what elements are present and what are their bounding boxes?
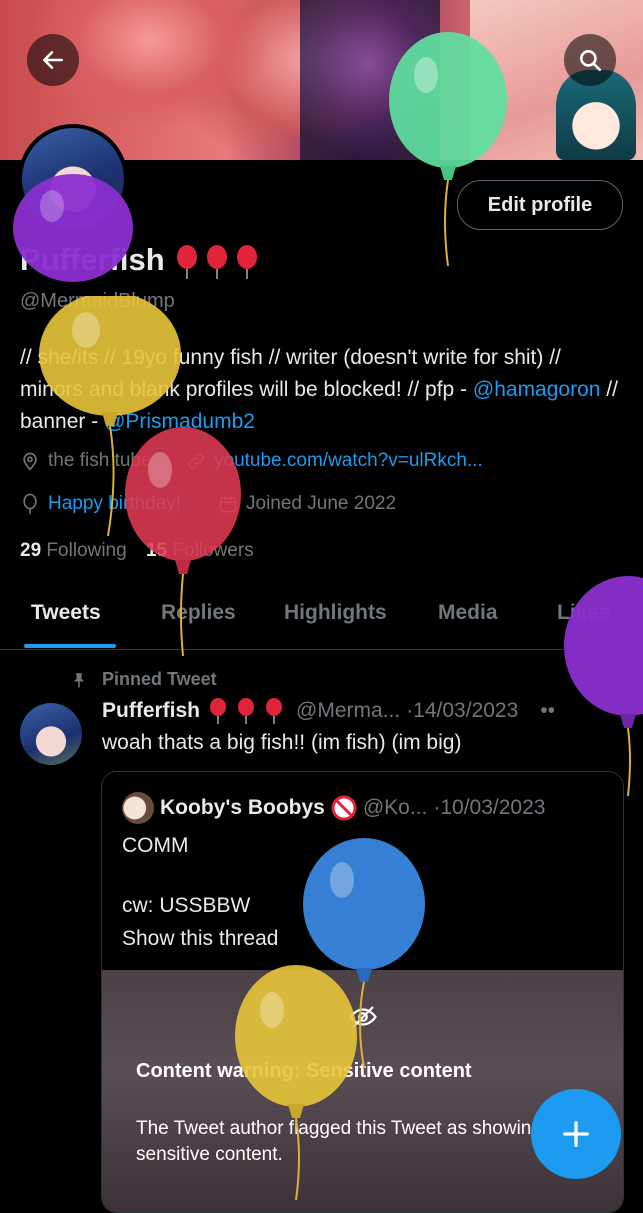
compose-tweet-button[interactable] — [531, 1089, 621, 1179]
plus-icon — [563, 1121, 589, 1147]
tweet-author[interactable]: Pufferfish — [102, 699, 200, 723]
following-count: 29 — [20, 540, 42, 561]
show-thread-link[interactable]: Show this thread — [122, 927, 278, 951]
website-link[interactable]: youtube.com/watch?v=ulRkch... — [214, 450, 483, 472]
tweet-avatar[interactable] — [20, 703, 82, 765]
location-pin-icon — [23, 452, 37, 471]
bio-mention-link[interactable]: @hamagoron — [473, 378, 601, 401]
tweet-date: ·14/03/2023 — [406, 699, 519, 722]
back-arrow-icon — [43, 51, 63, 69]
following-label: Following — [46, 540, 127, 561]
quote-author: Kooby's Boobys — [160, 796, 325, 819]
balloon-icon — [23, 493, 37, 514]
search-button[interactable] — [564, 34, 616, 86]
quote-line-2: cw: USSBBW — [122, 894, 251, 917]
balloon-decoration-red — [125, 427, 241, 656]
tab-media[interactable]: Media — [438, 585, 498, 649]
no-under-18-icon — [331, 795, 357, 821]
balloon-emoji-icon — [210, 698, 283, 724]
tweet-handle: @Merma... — [296, 699, 401, 722]
back-button[interactable] — [27, 34, 79, 86]
profile-tabs: Tweets Replies Highlights Media Likes — [0, 585, 643, 650]
tweet-text: woah thats a big fish!! (im fish) (im bi… — [102, 731, 462, 754]
pin-icon — [73, 672, 85, 687]
quote-line-1: COMM — [122, 834, 189, 857]
tab-tweets[interactable]: Tweets — [31, 585, 101, 649]
joined-text: Joined June 2022 — [246, 493, 397, 514]
balloon-emoji-icon — [177, 244, 258, 279]
balloon-decoration-purple — [564, 576, 643, 796]
pinned-label: Pinned Tweet — [70, 669, 217, 690]
active-tab-indicator — [24, 644, 116, 648]
more-options-icon[interactable]: •• — [540, 699, 555, 723]
tweet-header: Pufferfish @Merma... ·14/03/2023 •• — [102, 698, 555, 724]
quote-header: Kooby's Boobys @Ko... ·10/03/2023 — [122, 792, 545, 824]
quote-handle: @Ko... — [362, 796, 428, 819]
balloon-decoration-green — [389, 32, 507, 266]
tab-highlights[interactable]: Highlights — [284, 585, 387, 649]
balloon-decoration-purple — [13, 174, 133, 282]
search-icon — [580, 50, 602, 72]
following-link[interactable]: 29 Following — [20, 540, 127, 561]
profile-joined: Joined June 2022 — [218, 493, 396, 515]
quote-date: ·10/03/2023 — [433, 796, 546, 819]
balloon-decoration-yellow — [235, 965, 357, 1200]
pinned-label-text: Pinned Tweet — [102, 669, 217, 689]
quote-avatar — [122, 792, 154, 824]
